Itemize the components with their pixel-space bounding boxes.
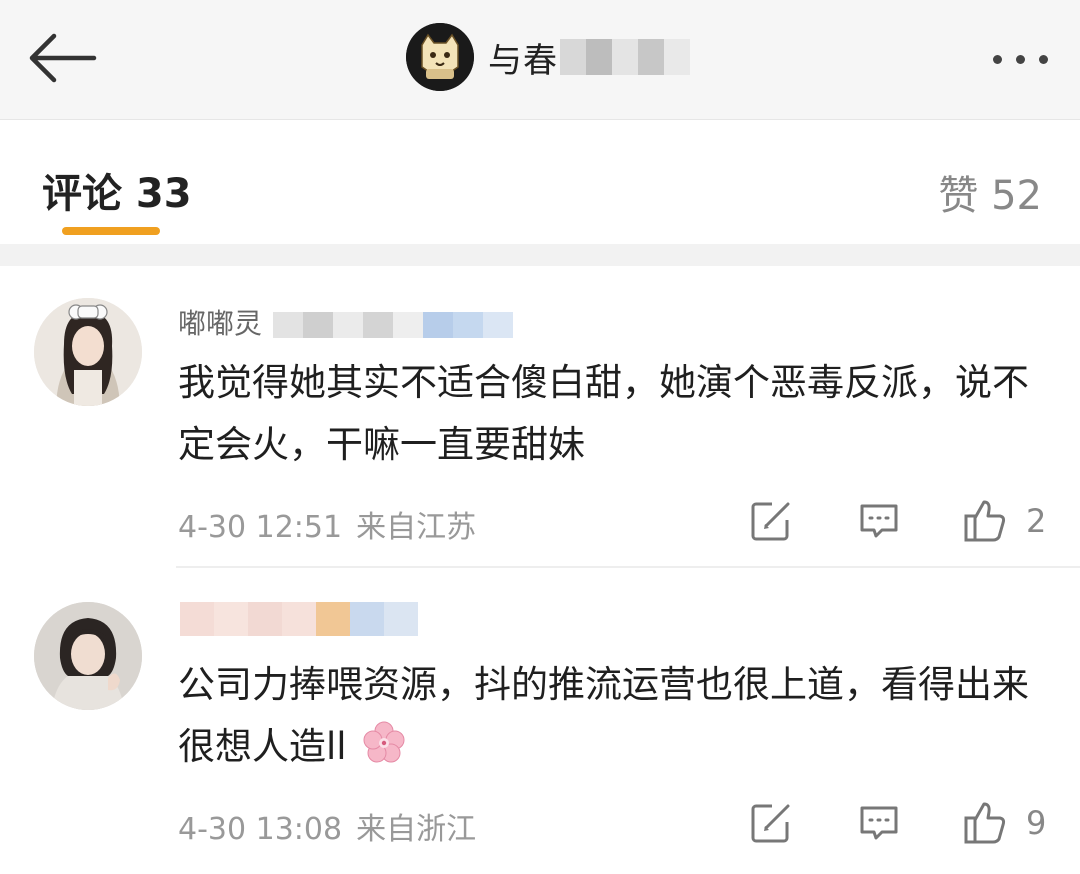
comment-time: 4-30 12:51: [178, 510, 343, 545]
comment-bubble-icon: [860, 504, 898, 538]
comment-time: 4-30 13:08: [178, 812, 343, 847]
comment-location: 来自浙江: [356, 812, 477, 847]
thumbs-up-icon: [964, 802, 1006, 844]
repost-icon: [751, 804, 790, 843]
reply-button[interactable]: [856, 800, 902, 846]
tab-likes[interactable]: 赞 52: [938, 163, 1042, 221]
more-dot: [1015, 54, 1025, 64]
like-button[interactable]: [962, 498, 1008, 544]
account-name: 与春: [488, 40, 558, 81]
user-avatar-image: [34, 298, 142, 406]
comment-bubble-icon: [860, 806, 898, 840]
like-button[interactable]: [962, 800, 1008, 846]
repost-button[interactable]: [748, 498, 794, 544]
account-title[interactable]: 与春: [406, 22, 690, 92]
repost-icon: [751, 502, 790, 541]
comment-meta: 4-30 13:08 来自浙江: [178, 804, 476, 848]
comment-text: 我觉得她其实不适合傻白甜，她演个恶毒反派，说不定会火，干嘛一直要甜妹: [178, 361, 1029, 466]
commenter-name[interactable]: [178, 596, 430, 642]
active-tab-indicator: [62, 227, 160, 235]
comment-text: 公司力捧喂资源，抖的推流运营也很上道，看得出来很想人造ll: [178, 654, 1058, 778]
top-bar: 与春: [0, 0, 1080, 120]
blurred-name-mosaic: [180, 602, 418, 636]
comment-item: 嘟嘟灵 我觉得她其实不适合傻白甜，她演个恶毒反派，说不定会火，干嘛一直要甜妹 4…: [0, 266, 1080, 566]
cherry-blossom-emoji-icon: [363, 721, 405, 763]
thumbs-up-icon: [964, 500, 1006, 542]
tab-comments[interactable]: 评论 33: [42, 161, 192, 219]
blurred-name-mosaic: [560, 39, 690, 75]
commenter-name[interactable]: 嘟嘟灵: [178, 302, 513, 342]
commenter-avatar[interactable]: [34, 602, 142, 710]
comment-location: 来自江苏: [356, 510, 477, 545]
reply-button[interactable]: [856, 498, 902, 544]
user-avatar-image: [34, 602, 142, 710]
comment-item: 公司力捧喂资源，抖的推流运营也很上道，看得出来很想人造ll 4-30 13:08…: [0, 568, 1080, 874]
more-button[interactable]: [980, 44, 1060, 74]
account-avatar[interactable]: [406, 23, 474, 91]
back-arrow-icon: [29, 33, 97, 83]
blurred-name-mosaic: [272, 312, 513, 338]
commenter-avatar[interactable]: [34, 298, 142, 406]
like-count: 2: [1026, 502, 1047, 540]
commenter-name-text: 嘟嘟灵: [178, 307, 263, 340]
more-dot: [992, 54, 1002, 64]
repost-button[interactable]: [748, 800, 794, 846]
comment-meta: 4-30 12:51 来自江苏: [178, 502, 476, 546]
like-count: 9: [1026, 804, 1047, 842]
cat-avatar-icon: [406, 23, 474, 91]
comment-text-content: 公司力捧喂资源，抖的推流运营也很上道，看得出来很想人造ll: [178, 663, 1029, 768]
back-button[interactable]: [22, 28, 102, 88]
section-divider: [0, 244, 1080, 266]
tab-bar: 评论 33 赞 52: [0, 121, 1080, 244]
more-dot: [1038, 54, 1048, 64]
